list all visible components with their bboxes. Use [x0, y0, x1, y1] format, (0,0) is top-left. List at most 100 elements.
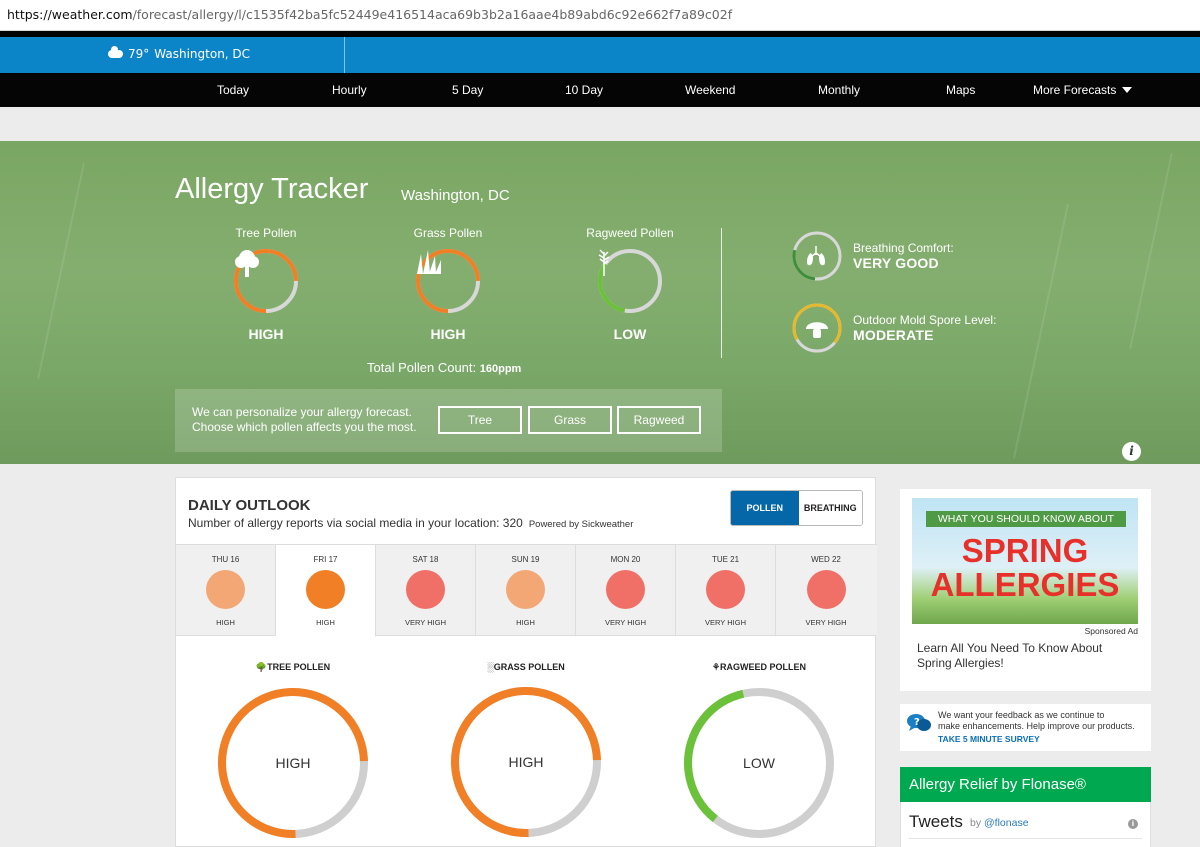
twitter-handle-link[interactable]: @flonase [984, 817, 1029, 829]
personalize-panel: We can personalize your allergy forecast… [175, 389, 722, 452]
grass-button[interactable]: Grass [528, 406, 612, 434]
day-name: SAT 18 [412, 555, 439, 564]
grass-pollen-summary: Grass Pollen HIGH [378, 226, 518, 342]
grass-texture [1012, 203, 1070, 459]
nav-5-day[interactable]: 5 Day [452, 83, 483, 97]
ragweed-pollen-summary: Ragweed Pollen LOW [560, 226, 700, 342]
ad-description-line-1: Learn All You Need To Know About [917, 641, 1103, 655]
tree-pollen-big-ring: HIGH [217, 687, 369, 839]
ragweed-pollen-big-ring: LOW [683, 687, 835, 839]
feedback-box: ? We want your feedback as we continue t… [900, 704, 1151, 751]
nav-weekend[interactable]: Weekend [685, 83, 735, 97]
mold-ring [792, 303, 842, 353]
nav-more-forecasts[interactable]: More Forecasts [1033, 83, 1133, 97]
day-level-dot [806, 570, 846, 609]
grass-pollen-label: Grass Pollen [413, 226, 483, 240]
header-divider [344, 37, 345, 73]
ragweed-button[interactable]: Ragweed [617, 406, 701, 434]
total-pollen-label: Total Pollen Count: [367, 360, 477, 375]
ragweed-pollen-ring [597, 248, 663, 314]
weather-header-bar: 79° Washington, DC [0, 37, 1200, 73]
day-tab-selected[interactable]: FRI 17 HIGH [276, 545, 376, 637]
current-weather[interactable]: 79° Washington, DC [108, 46, 251, 61]
url-path: /forecast/allergy/l/c1535f42ba5fc52449e4… [132, 7, 733, 22]
day-name: WED 22 [811, 555, 841, 564]
tree-pollen-detail-label: TREE POLLEN [267, 662, 331, 672]
day-tab[interactable]: SUN 19 HIGH [476, 545, 576, 636]
personalize-line-1: We can personalize your allergy forecast… [192, 405, 412, 419]
day-level-dot [206, 570, 245, 609]
ad-banner-text: WHAT YOU SHOULD KNOW ABOUT [926, 511, 1126, 527]
tree-button[interactable]: Tree [438, 406, 522, 434]
powered-by: Powered by Sickweather [528, 519, 634, 530]
ad-description-line-2: Spring Allergies! [917, 656, 1004, 670]
tree-icon: 🌳 [255, 662, 268, 672]
day-name: TUE 21 [711, 555, 740, 564]
tree-pollen-heading: 🌳TREE POLLEN [213, 662, 373, 673]
ad-image[interactable]: WHAT YOU SHOULD KNOW ABOUT SPRING ALLERG… [912, 498, 1138, 624]
pollen-toggle-button[interactable]: POLLEN [731, 491, 799, 525]
mold-spore-level: Outdoor Mold Spore Level: MODERATE [792, 303, 996, 353]
nav-hourly[interactable]: Hourly [332, 83, 367, 97]
info-icon[interactable]: i [1122, 442, 1141, 461]
spring-allergies-ad[interactable]: WHAT YOU SHOULD KNOW ABOUT SPRING ALLERG… [900, 489, 1151, 691]
feedback-text: We want your feedback as we continue to … [938, 710, 1135, 732]
ragweed-pollen-detail-label: RAGWEED POLLEN [720, 662, 807, 672]
forecast-nav: Today Hourly 5 Day 10 Day Weekend Monthl… [0, 73, 1200, 107]
chat-bubbles-icon: ? [907, 714, 931, 731]
nav-maps[interactable]: Maps [946, 83, 975, 97]
hero-divider [721, 228, 722, 358]
ragweed-pollen-heading: ⚘RAGWEED POLLEN [679, 662, 839, 673]
page-title: Allergy Tracker [175, 173, 369, 205]
mushroom-icon [806, 322, 828, 338]
day-tab[interactable]: TUE 21 VERY HIGH [676, 545, 776, 636]
nav-monthly[interactable]: Monthly [818, 83, 860, 97]
day-tab[interactable]: WED 22 VERY HIGH [776, 545, 876, 636]
ad-headline-1: SPRING [961, 532, 1089, 569]
day-tabs: THU 16 HIGH FRI 17 HIGH SAT 18 VERY HIGH… [176, 544, 877, 637]
grass-pollen-level: HIGH [430, 326, 466, 342]
day-tab[interactable]: MON 20 VERY HIGH [576, 545, 676, 636]
ad-description[interactable]: Learn All You Need To Know About Spring … [917, 641, 1102, 671]
breathing-value: VERY GOOD [853, 255, 939, 271]
outlook-subtitle: Number of allergy reports via social med… [188, 516, 633, 530]
flonase-header[interactable]: Allergy Relief by Flonase® [900, 767, 1151, 802]
url-text[interactable]: https://weather.com/forecast/allergy/l/c… [7, 7, 732, 22]
survey-link[interactable]: TAKE 5 MINUTE SURVEY [938, 734, 1040, 744]
grass-pollen-detail-label: GRASS POLLEN [493, 662, 565, 672]
day-name: MON 20 [610, 555, 641, 564]
nav-10-day[interactable]: 10 Day [565, 83, 603, 97]
partly-cloudy-icon [108, 46, 123, 58]
day-tab[interactable]: THU 16 HIGH [176, 545, 276, 636]
day-level-dot [606, 570, 645, 609]
ragweed-pollen-level: LOW [613, 326, 647, 342]
current-location: Washington, DC [154, 47, 251, 61]
sponsored-label: Sponsored Ad [1084, 626, 1138, 636]
ragweed-pollen-label: Ragweed Pollen [586, 226, 674, 240]
ragweed-icon: ⚘ [711, 662, 721, 672]
tree-pollen-label: Tree Pollen [235, 226, 297, 240]
svg-text:?: ? [914, 717, 920, 728]
tree-icon [233, 248, 299, 314]
ad-headline-2: ALLERGIES [930, 566, 1120, 603]
pollen-breathing-toggle: POLLEN BREATHING [730, 490, 863, 526]
grass-pollen-detail: ░GRASS POLLEN HIGH [446, 662, 606, 838]
tweets-byline: by @flonase [970, 817, 1029, 829]
feedback-line-2: make enhancements. Help improve our prod… [938, 721, 1135, 731]
day-name: SUN 19 [511, 555, 540, 564]
allergy-hero: Allergy Tracker Washington, DC Tree Poll… [0, 141, 1200, 464]
tweets-divider [909, 838, 1142, 839]
tweets-title: Tweets [909, 812, 963, 831]
breathing-toggle-button[interactable]: BREATHING [798, 491, 862, 525]
channel-logo-tab[interactable] [97, 67, 147, 72]
nav-today[interactable]: Today [217, 83, 249, 97]
grass-pollen-detail-level: HIGH [508, 754, 544, 770]
caret-down-icon [1122, 87, 1133, 93]
day-level: HIGH [216, 618, 235, 627]
day-level: VERY HIGH [705, 618, 746, 627]
day-tab[interactable]: SAT 18 VERY HIGH [376, 545, 476, 636]
total-pollen-count: Total Pollen Count: 160ppm [367, 360, 521, 375]
info-icon[interactable]: i [1128, 819, 1138, 829]
day-level: HIGH [316, 618, 335, 627]
address-bar[interactable]: https://weather.com/forecast/allergy/l/c… [0, 0, 1200, 31]
